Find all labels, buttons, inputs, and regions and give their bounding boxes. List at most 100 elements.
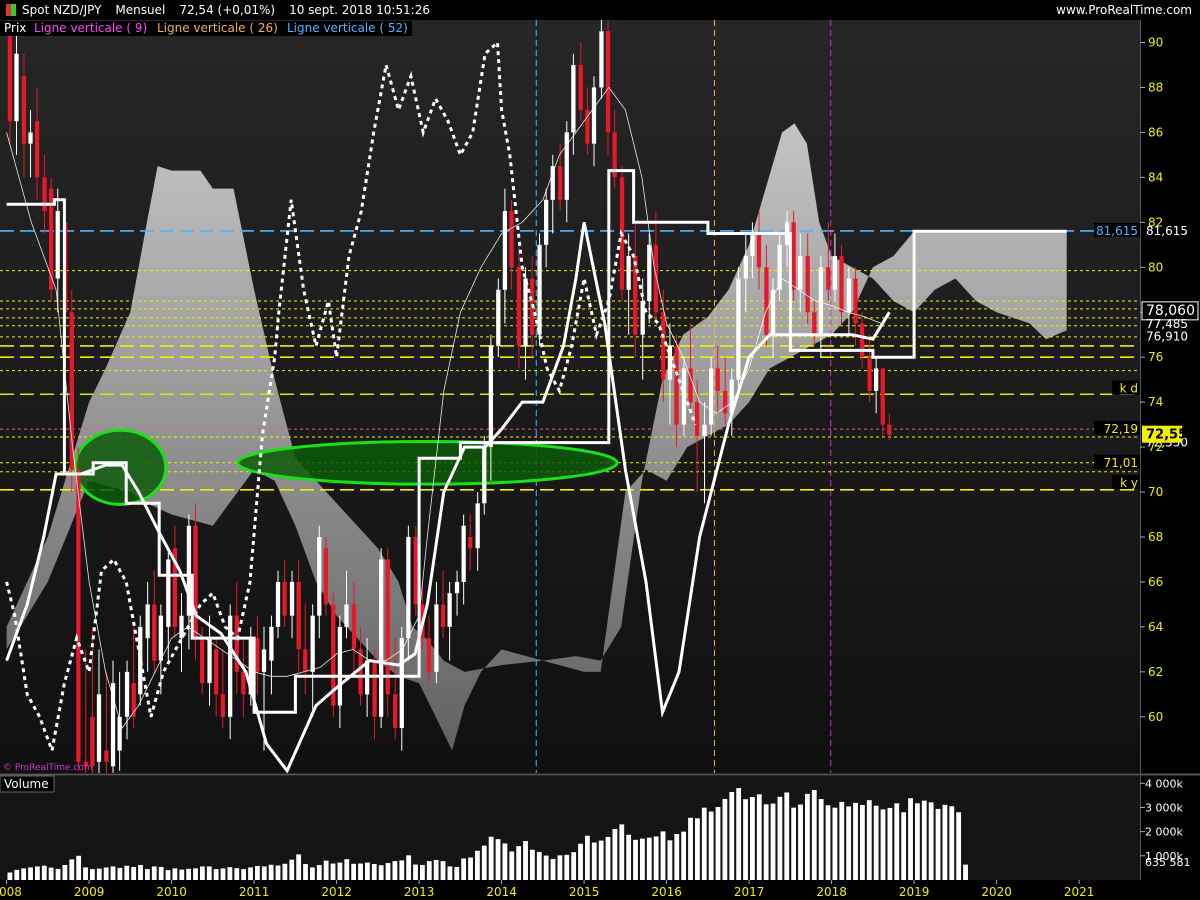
- volume-bar: [495, 839, 501, 880]
- volume-bar: [213, 869, 219, 880]
- candle-body: [7, 31, 13, 122]
- candle-body: [55, 211, 60, 279]
- candle-body: [723, 390, 728, 414]
- candle-body: [798, 256, 803, 290]
- volume-bar: [76, 855, 82, 880]
- volume-bar: [447, 866, 453, 880]
- price-tick-label: 86: [1148, 125, 1163, 139]
- chart-window: Spot NZD/JPY Mensuel 72,54 (+0,01%) 10 s…: [0, 0, 1200, 900]
- volume-plot-area[interactable]: [0, 776, 1140, 880]
- volume-bar: [234, 868, 240, 880]
- candle-body: [214, 649, 219, 695]
- volume-bar: [261, 866, 267, 880]
- candle-body: [846, 278, 852, 313]
- price-label-inside: k d: [1120, 382, 1138, 396]
- volume-bar: [481, 845, 487, 880]
- candle-body: [674, 345, 679, 425]
- candle-body: [138, 626, 143, 695]
- volume-bar: [110, 866, 116, 880]
- volume-bar: [117, 867, 123, 880]
- candle-body: [867, 357, 872, 391]
- candle-body: [76, 469, 81, 762]
- volume-bar: [419, 865, 425, 880]
- legend-vline-26: Ligne verticale ( 26): [157, 21, 278, 35]
- candle-body: [117, 716, 122, 751]
- candle-body: [351, 604, 357, 650]
- volume-bar: [584, 835, 590, 880]
- candle: [413, 525, 418, 616]
- volume-bar: [557, 855, 563, 880]
- candle-body: [826, 267, 831, 290]
- candle-body: [805, 256, 810, 313]
- volume-bar: [749, 797, 755, 880]
- volume-bar: [523, 841, 528, 880]
- candle-body: [358, 649, 363, 695]
- volume-bar: [660, 831, 666, 880]
- candle-body: [647, 244, 652, 301]
- price-axis[interactable]: 60626466687072747678808284868890: [1140, 35, 1163, 724]
- highlight-ellipse-1: [236, 439, 619, 486]
- candle-body: [661, 312, 666, 380]
- volume-bar: [777, 796, 783, 880]
- volume-bar: [626, 834, 632, 880]
- volume-bar: [220, 868, 226, 880]
- volume-bar: [715, 806, 721, 880]
- price-tick-label: 68: [1148, 530, 1163, 544]
- price-tick-label: 60: [1148, 710, 1163, 724]
- candle-body: [393, 694, 398, 729]
- volume-bar: [289, 859, 295, 880]
- volume-bar: [708, 811, 714, 880]
- price-label-axis: 76,910: [1146, 330, 1188, 344]
- volume-bar: [502, 843, 508, 880]
- volume-bar: [832, 807, 838, 880]
- price-label-inside: 71,01: [1104, 456, 1138, 470]
- candle-body: [241, 671, 246, 695]
- candle-body: [296, 581, 301, 650]
- volume-bar: [468, 857, 473, 880]
- candle-body: [853, 278, 858, 324]
- candle-body: [255, 638, 260, 672]
- time-tick-label: 2017: [734, 885, 765, 899]
- candle-body: [399, 638, 404, 729]
- volume-bar: [811, 790, 817, 880]
- highlight-ellipse-0: [73, 428, 168, 506]
- volume-bar: [124, 865, 130, 880]
- volume-bar: [956, 812, 962, 880]
- volume-bar: [949, 806, 955, 880]
- price-label-inside: 72,19: [1104, 422, 1138, 436]
- candle: [69, 289, 74, 493]
- candle-body: [887, 424, 892, 435]
- price-label-axis: 81,615: [1146, 224, 1188, 238]
- volume-bar: [942, 804, 948, 880]
- candle-body: [220, 694, 225, 717]
- candle-body: [261, 649, 267, 672]
- candle-body: [502, 211, 508, 290]
- candle-body: [434, 604, 439, 672]
- candle-body: [736, 278, 741, 380]
- volume-bar: [14, 869, 20, 880]
- volume-bar: [172, 868, 178, 880]
- volume-bar: [859, 805, 865, 880]
- current-price-label: 72,55: [1146, 428, 1187, 443]
- price-tick-label: 88: [1148, 80, 1163, 94]
- price-tick-label: 90: [1148, 35, 1163, 49]
- candle-body: [702, 424, 707, 436]
- volume-bar: [199, 866, 205, 880]
- volume-bar: [337, 862, 343, 880]
- volume-bar: [578, 843, 583, 880]
- price-label-inside: 81,615: [1096, 224, 1138, 238]
- volume-bar: [268, 864, 274, 880]
- candle-body: [28, 132, 33, 144]
- candle-body: [880, 368, 885, 425]
- volume-axis[interactable]: 1 000k2 000k3 000k4 000k: [1140, 777, 1183, 863]
- candle-body: [282, 581, 287, 616]
- price-tick-label: 62: [1148, 665, 1163, 679]
- chart-svg[interactable]: 60626466687072747678808284868890 1 000k2…: [0, 0, 1200, 900]
- time-tick-label: 2010: [156, 885, 187, 899]
- volume-bar: [667, 840, 673, 880]
- volume-bar: [206, 866, 212, 880]
- candle: [49, 177, 54, 301]
- volume-bar: [488, 836, 494, 880]
- volume-bar: [550, 858, 556, 880]
- volume-bar: [179, 869, 185, 880]
